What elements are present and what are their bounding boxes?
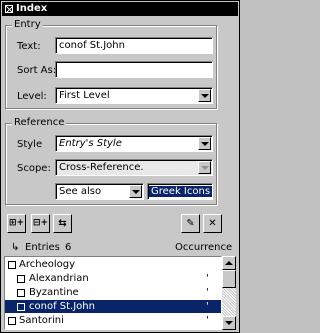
reference-legend: Reference: [12, 117, 67, 129]
add-reference-button[interactable]: ⊟+: [31, 214, 50, 233]
list-item[interactable]: Santorini ': [5, 314, 221, 327]
crossref-type-select[interactable]: See also: [55, 183, 144, 200]
scroll-up-icon[interactable]: [222, 256, 236, 270]
index-palette: Index Entry Text: conof St.John Sort As:…: [0, 0, 240, 333]
list-item-occurrence: ': [206, 315, 209, 326]
scroll-thumb[interactable]: [222, 270, 236, 288]
chevron-down-icon[interactable]: [198, 137, 211, 150]
find-entry-button[interactable]: ⇆: [53, 214, 72, 233]
entries-toggle-icon[interactable]: ↳: [11, 242, 19, 254]
title-bar[interactable]: Index: [2, 2, 238, 16]
sort-as-field[interactable]: [55, 61, 213, 78]
list-item-text: Archeology: [19, 259, 76, 270]
list-item-text: Byzantine: [29, 287, 79, 298]
list-item[interactable]: Archeology: [5, 258, 221, 271]
sort-as-label: Sort As:: [17, 65, 57, 76]
crossref-target-field[interactable]: Greek Icons: [147, 183, 213, 200]
crossref-type-value: See also: [59, 186, 102, 197]
list-item-occurrence: ': [206, 273, 209, 284]
list-item[interactable]: Alexandrian ': [5, 272, 221, 285]
list-item-text: conof St.John: [29, 301, 95, 312]
list-item[interactable]: Byzantine ': [5, 286, 221, 299]
vertical-scrollbar[interactable]: [222, 256, 236, 330]
list-item-text: Alexandrian: [29, 273, 89, 284]
entry-legend: Entry: [12, 19, 43, 31]
add-entry-button[interactable]: ⊞+: [7, 214, 26, 233]
tree-expander-icon[interactable]: [17, 303, 25, 311]
style-select[interactable]: Entry's Style: [55, 135, 213, 152]
window-title: Index: [16, 3, 48, 14]
tree-expander-icon[interactable]: [8, 317, 16, 325]
entries-label: Entries: [25, 242, 60, 253]
entries-list[interactable]: Archeology Alexandrian ' Byzantine ' con…: [4, 256, 222, 330]
list-item-occurrence: ': [206, 301, 209, 312]
style-label: Style: [17, 139, 43, 150]
tree-expander-icon[interactable]: [17, 289, 25, 297]
close-icon[interactable]: [5, 5, 13, 13]
scope-label: Scope:: [17, 163, 51, 174]
delete-button[interactable]: ✕: [203, 214, 222, 233]
list-item[interactable]: conof St.John ': [5, 300, 221, 313]
scroll-down-icon[interactable]: [222, 316, 236, 330]
occurrence-label: Occurrence: [175, 242, 233, 253]
chevron-down-icon[interactable]: [198, 89, 211, 102]
style-value: Entry's Style: [59, 138, 122, 149]
tree-expander-icon[interactable]: [17, 275, 25, 283]
level-select[interactable]: First Level: [55, 87, 213, 104]
text-field[interactable]: conof St.John: [55, 37, 213, 54]
list-item-text: Santorini: [19, 315, 64, 326]
level-label: Level:: [17, 91, 47, 102]
list-item-occurrence: ': [206, 287, 209, 298]
entries-count: 6: [65, 242, 72, 253]
crossref-target-value: Greek Icons: [149, 186, 212, 197]
level-value: First Level: [59, 90, 110, 101]
text-label: Text:: [17, 41, 41, 52]
scope-value: Cross-Reference.: [59, 162, 144, 173]
edit-button[interactable]: ✎: [181, 214, 200, 233]
tree-expander-icon[interactable]: [8, 261, 16, 269]
chevron-down-icon[interactable]: [198, 161, 211, 174]
scope-select[interactable]: Cross-Reference.: [55, 159, 213, 176]
chevron-down-icon[interactable]: [129, 185, 142, 198]
